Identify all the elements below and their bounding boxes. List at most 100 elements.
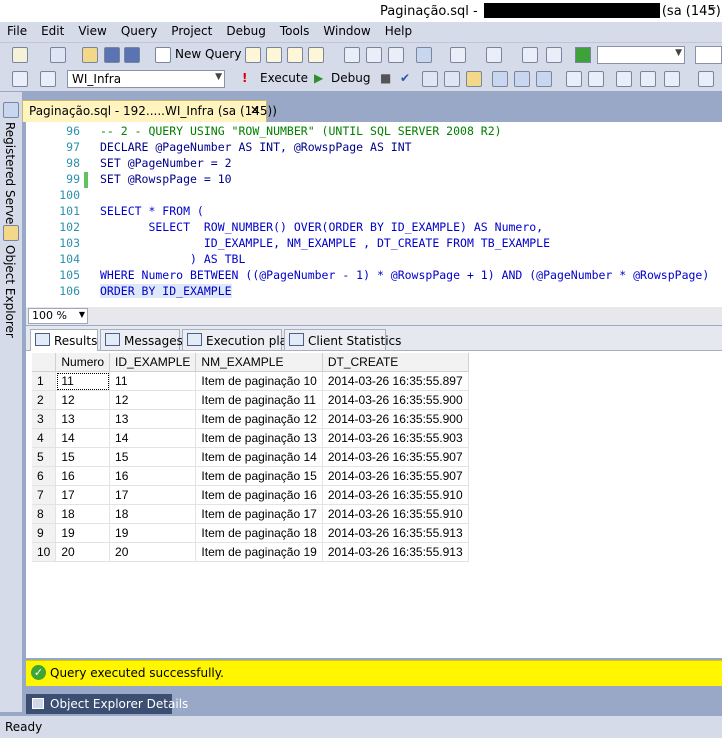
redo-icon[interactable] [450, 47, 466, 63]
cell[interactable]: 19 [55, 523, 111, 543]
sql-editor[interactable]: 96 -- 2 - QUERY USING "ROW_NUMBER" (UNTIL… [26, 122, 722, 307]
column-header-dt-create[interactable]: DT_CREATE [322, 353, 469, 372]
cell[interactable]: 16 [109, 466, 197, 486]
menu-file[interactable]: File [0, 22, 34, 40]
add-item-icon[interactable] [50, 47, 66, 63]
row-number[interactable]: 6 [32, 466, 57, 486]
save-icon[interactable] [104, 47, 120, 63]
menu-edit[interactable]: Edit [34, 22, 71, 40]
cell[interactable]: 12 [109, 390, 197, 410]
cell[interactable]: 20 [55, 542, 111, 562]
xmla-query-icon[interactable] [308, 47, 324, 63]
results-to-file-icon[interactable] [566, 71, 582, 87]
registered-servers-icon[interactable] [3, 102, 19, 118]
client-statistics-icon[interactable] [492, 71, 508, 87]
cell[interactable]: Item de paginação 10 [195, 371, 323, 391]
copy-icon[interactable] [366, 47, 382, 63]
object-explorer-tab[interactable]: Object Explorer [3, 245, 17, 338]
display-plan-icon[interactable] [422, 71, 438, 87]
start-debugging-icon[interactable] [575, 47, 591, 63]
registered-servers-tab[interactable]: Registered Servers [3, 122, 17, 236]
cell[interactable]: 2014-03-26 16:35:55.910 [322, 485, 469, 505]
include-plan-icon[interactable] [466, 71, 482, 87]
menu-tools[interactable]: Tools [273, 22, 317, 40]
analysis-query-icon[interactable] [266, 47, 282, 63]
table-row[interactable]: 1 11 11 Item de paginação 10 2014-03-26 16:3… [32, 371, 469, 391]
increase-indent-icon[interactable] [664, 71, 680, 87]
database-selector[interactable]: WI_Infra ▼ [67, 70, 225, 88]
menu-query[interactable]: Query [114, 22, 164, 40]
cell[interactable]: 2014-03-26 16:35:55.903 [322, 428, 469, 448]
debug-play-icon[interactable]: ▶ [314, 71, 323, 85]
row-number[interactable]: 8 [32, 504, 57, 524]
execute-icon[interactable]: ! [242, 71, 247, 85]
parse-icon[interactable]: ✔ [400, 71, 410, 85]
navigate-back-icon[interactable] [486, 47, 502, 63]
cell[interactable]: 2014-03-26 16:35:55.900 [322, 409, 469, 429]
paste-icon[interactable] [388, 47, 404, 63]
comment-icon[interactable] [588, 71, 604, 87]
undo-icon[interactable] [416, 47, 432, 63]
tab-execution-plan[interactable]: Execution plan [182, 329, 295, 350]
save-all-icon[interactable] [124, 47, 140, 63]
cell[interactable]: 2014-03-26 16:35:55.913 [322, 523, 469, 543]
object-explorer-icon[interactable] [3, 225, 19, 241]
db-engine-query-icon[interactable] [245, 47, 261, 63]
cell[interactable]: 18 [109, 504, 197, 524]
new-query-icon[interactable] [155, 47, 171, 63]
cell[interactable]: 11 [55, 371, 111, 391]
zoom-dropdown[interactable]: 100 % ▼ [28, 308, 88, 324]
search-dropdown[interactable] [695, 46, 722, 64]
cell[interactable]: 2014-03-26 16:35:55.897 [322, 371, 469, 391]
cell[interactable]: 2014-03-26 16:35:55.913 [322, 542, 469, 562]
column-header-numero[interactable]: Numero [55, 353, 111, 372]
find-icon[interactable] [546, 47, 562, 63]
menu-project[interactable]: Project [164, 22, 219, 40]
table-row[interactable]: 9 19 19 Item de paginação 18 2014-03-26 16:3… [32, 523, 469, 543]
cell[interactable]: 16 [55, 466, 111, 486]
cell[interactable]: Item de paginação 15 [195, 466, 323, 486]
tab-messages[interactable]: Messages [100, 329, 183, 350]
cell[interactable]: 12 [55, 390, 111, 410]
uncomment-icon[interactable] [616, 71, 632, 87]
object-explorer-details-tab[interactable]: Object Explorer Details [26, 694, 188, 714]
table-row[interactable]: 7 17 17 Item de paginação 16 2014-03-26 16:3… [32, 485, 469, 505]
tab-client-statistics[interactable]: Client Statistics [284, 329, 401, 350]
connect-icon[interactable] [12, 71, 28, 87]
cell[interactable]: 2014-03-26 16:35:55.910 [322, 504, 469, 524]
solution-config-dropdown[interactable]: ▼ [597, 46, 685, 64]
results-to-text-icon[interactable] [514, 71, 530, 87]
execute-button[interactable]: Execute [260, 71, 308, 85]
results-grid[interactable]: Numero ID_EXAMPLE NM_EXAMPLE DT_CREATE 1… [32, 353, 469, 562]
cell[interactable]: Item de paginação 19 [195, 542, 323, 562]
corner-cell[interactable] [32, 353, 57, 372]
tab-results[interactable]: Results [30, 329, 98, 351]
menu-debug[interactable]: Debug [219, 22, 272, 40]
cell[interactable]: Item de paginação 16 [195, 485, 323, 505]
cell[interactable]: 13 [55, 409, 111, 429]
row-number[interactable]: 4 [32, 428, 57, 448]
cell[interactable]: 13 [109, 409, 197, 429]
row-number[interactable]: 5 [32, 447, 57, 467]
row-number[interactable]: 2 [32, 390, 57, 410]
cell[interactable]: 15 [55, 447, 111, 467]
row-number[interactable]: 1 [32, 371, 57, 391]
debug-target-icon[interactable] [522, 47, 538, 63]
column-header-nm-example[interactable]: NM_EXAMPLE [195, 353, 323, 372]
cell[interactable]: 11 [109, 371, 197, 391]
table-row[interactable]: 10 20 20 Item de paginação 19 2014-03-26 16:… [32, 542, 469, 562]
cell[interactable]: Item de paginação 13 [195, 428, 323, 448]
cell[interactable]: 17 [109, 485, 197, 505]
cancel-query-icon[interactable]: ■ [380, 71, 391, 85]
table-row[interactable]: 2 12 12 Item de paginação 11 2014-03-26 16:3… [32, 390, 469, 410]
debug-button[interactable]: Debug [331, 71, 370, 85]
cell[interactable]: 15 [109, 447, 197, 467]
row-number[interactable]: 3 [32, 409, 57, 429]
table-row[interactable]: 3 13 13 Item de paginação 12 2014-03-26 16:3… [32, 409, 469, 429]
table-row[interactable]: 5 15 15 Item de paginação 14 2014-03-26 16:3… [32, 447, 469, 467]
open-file-icon[interactable] [82, 47, 98, 63]
cell[interactable]: 20 [109, 542, 197, 562]
cell[interactable]: 2014-03-26 16:35:55.900 [322, 390, 469, 410]
cell[interactable]: 14 [109, 428, 197, 448]
specify-values-icon[interactable] [698, 71, 714, 87]
